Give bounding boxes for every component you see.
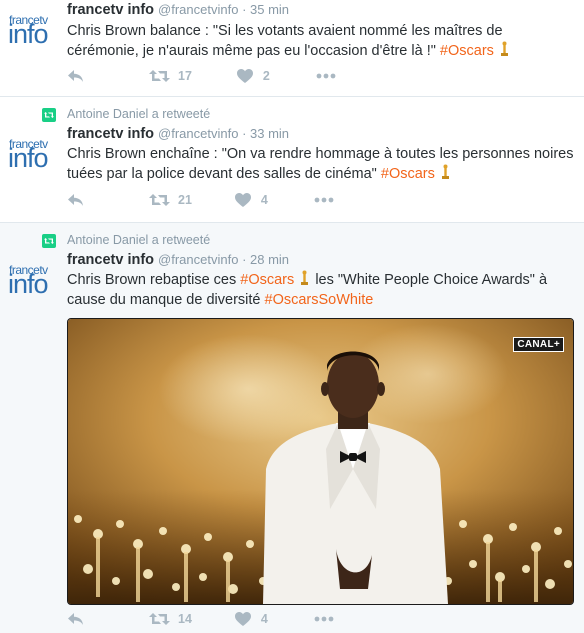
more-dots-icon <box>314 197 334 203</box>
avatar-big-text: info <box>8 19 49 49</box>
tweet-time[interactable]: 35 min <box>250 2 289 17</box>
like-button[interactable]: 2 <box>236 69 270 83</box>
retweeted-by-label[interactable]: Antoine Daniel a retweeté <box>67 107 210 121</box>
like-count: 2 <box>262 69 270 83</box>
avatar[interactable]: francetv info <box>8 263 59 299</box>
retweet-icon <box>149 613 170 625</box>
heart-icon <box>236 69 253 83</box>
retweet-count: 21 <box>178 193 192 207</box>
retweet-button[interactable]: 17 <box>149 69 192 83</box>
like-button[interactable]: 4 <box>234 193 268 207</box>
tweet-header: francetv info @francetvinfo · 28 min <box>67 252 574 268</box>
reply-button[interactable] <box>67 612 85 626</box>
more-button[interactable] <box>314 616 334 622</box>
author-handle[interactable]: @francetvinfo <box>158 252 238 267</box>
separator-dot: · <box>238 126 251 141</box>
retweet-badge-icon <box>42 234 56 248</box>
tweet-2[interactable]: Antoine Daniel a retweeté francetv info … <box>0 97 584 223</box>
tweet-1[interactable]: francetv info francetv info @francetvinf… <box>0 0 584 97</box>
tweet-header: francetv info @francetvinfo · 35 min <box>67 2 574 18</box>
reply-icon <box>68 194 83 206</box>
hashtag-link[interactable]: #Oscars <box>381 166 435 182</box>
avatar-big-text: info <box>8 143 49 173</box>
like-button[interactable]: 4 <box>234 612 268 626</box>
trophy-emoji-icon <box>301 270 309 285</box>
trophy-emoji-icon <box>441 164 449 179</box>
avatar-big-text: info <box>8 269 49 299</box>
author-name[interactable]: francetv info <box>67 252 154 268</box>
retweeted-by-label[interactable]: Antoine Daniel a retweeté <box>67 233 210 247</box>
ceremony-photo <box>68 319 573 604</box>
heart-icon <box>234 612 251 626</box>
tweet-text: Chris Brown rebaptise ces #Oscars les "W… <box>67 270 574 310</box>
tweet-time[interactable]: 28 min <box>250 252 289 267</box>
hashtag-link[interactable]: #OscarsSoWhite <box>265 292 374 308</box>
separator-dot: · <box>238 2 251 17</box>
reply-icon <box>68 613 83 625</box>
hashtag-link[interactable]: #Oscars <box>240 272 294 288</box>
channel-logo: CANAL+ <box>513 337 564 352</box>
author-name[interactable]: francetv info <box>67 2 154 18</box>
author-handle[interactable]: @francetvinfo <box>158 2 238 17</box>
more-dots-icon <box>314 616 334 622</box>
tweet-text-part: Chris Brown enchaîne : "On va rendre hom… <box>67 146 574 182</box>
tweet-text: Chris Brown balance : "Si les votants av… <box>67 21 574 61</box>
tweet-time[interactable]: 33 min <box>250 126 289 141</box>
tweet-header: francetv info @francetvinfo · 33 min <box>67 126 574 142</box>
more-button[interactable] <box>316 73 336 79</box>
retweet-badge-icon <box>42 108 56 122</box>
avatar[interactable]: francetv info <box>8 13 59 49</box>
more-dots-icon <box>316 73 336 79</box>
retweet-count: 14 <box>178 612 192 626</box>
tweet-3[interactable]: Antoine Daniel a retweeté francetv info … <box>0 223 584 633</box>
reply-button[interactable] <box>67 69 85 83</box>
retweet-button[interactable]: 14 <box>149 612 192 626</box>
like-count: 4 <box>260 193 268 207</box>
tweet-text: Chris Brown enchaîne : "On va rendre hom… <box>67 144 574 184</box>
more-button[interactable] <box>314 197 334 203</box>
retweet-count: 17 <box>178 69 192 83</box>
retweet-button[interactable]: 21 <box>149 193 192 207</box>
retweet-icon <box>149 70 170 82</box>
like-count: 4 <box>260 612 268 626</box>
tweet-text-part: Chris Brown rebaptise ces <box>67 272 241 288</box>
author-name[interactable]: francetv info <box>67 126 154 142</box>
reply-button[interactable] <box>67 193 85 207</box>
tweet-actions: 21 4 <box>67 190 334 210</box>
avatar[interactable]: francetv info <box>8 137 59 173</box>
author-handle[interactable]: @francetvinfo <box>158 126 238 141</box>
heart-icon <box>234 193 251 207</box>
separator-dot: · <box>238 252 251 267</box>
trophy-emoji-icon <box>500 41 508 56</box>
tweet-media-image[interactable]: CANAL+ <box>67 318 574 605</box>
reply-icon <box>68 70 83 82</box>
tweet-actions: 17 2 <box>67 66 336 86</box>
retweet-icon <box>149 194 170 206</box>
hashtag-link[interactable]: #Oscars <box>440 43 494 59</box>
tweet-text-part: Chris Brown balance : "Si les votants av… <box>67 23 503 59</box>
tweet-actions: 14 4 <box>67 609 334 629</box>
